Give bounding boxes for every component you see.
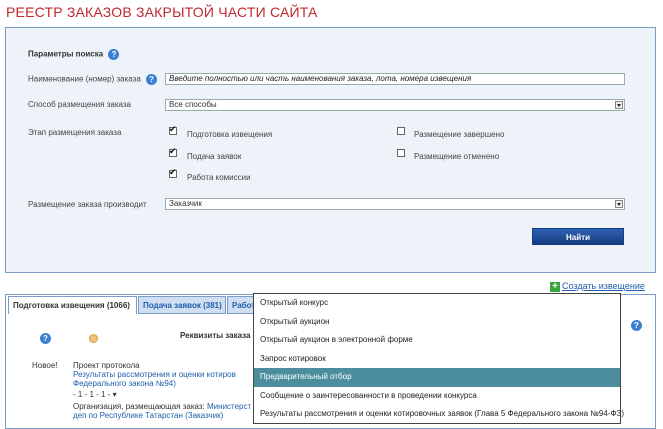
row-org-line2[interactable]: деп по Республике Татарстан (Заказчик) xyxy=(73,411,223,420)
row-link-2[interactable]: Федерального закона №94) xyxy=(73,379,176,388)
stage-label: Этап размещения заказа xyxy=(28,128,122,137)
row-pager-text: - 1 - 1 - 1 - xyxy=(73,390,111,399)
row-org: Организация, размещающая заказ: Министер… xyxy=(73,402,251,411)
tab-submission[interactable]: Подача заявок (381) xyxy=(138,296,226,314)
stage-checkbox-cancelled[interactable] xyxy=(397,149,405,157)
chevron-down-icon[interactable] xyxy=(615,101,623,109)
method-select[interactable]: Все способы xyxy=(165,99,625,111)
producer-label: Размещение заказа производит xyxy=(28,200,147,209)
tab-preparation[interactable]: Подготовка извещения (1066) xyxy=(8,296,137,314)
column-requisites: Реквизиты заказа xyxy=(180,331,251,340)
stage-label-completed: Размещение завершено xyxy=(414,130,505,139)
dropdown-item[interactable]: Запрос котировок xyxy=(254,350,620,369)
stage-checkbox-prep[interactable] xyxy=(169,124,177,135)
search-params-header: Параметры поиска ? xyxy=(28,49,120,60)
plus-icon: + xyxy=(550,281,560,292)
chevron-down-icon[interactable]: ▾ xyxy=(113,390,117,399)
stage-checkbox-completed[interactable] xyxy=(397,127,405,135)
producer-select[interactable]: Заказчик xyxy=(165,198,625,210)
search-params-label: Параметры поиска xyxy=(28,49,104,59)
column-help-right: ? xyxy=(628,320,642,331)
help-icon[interactable]: ? xyxy=(40,333,51,344)
stage-label-prep: Подготовка извещения xyxy=(187,130,273,139)
dropdown-item[interactable]: Открытый конкурс xyxy=(254,294,620,313)
create-notice-text: Создать извещение xyxy=(562,281,645,291)
row-org-link[interactable]: Министерст xyxy=(207,402,251,411)
row-title: Проект протокола xyxy=(73,361,140,370)
stage-label-commission: Работа комиссии xyxy=(187,173,251,182)
order-name-input[interactable]: Введите полностью или часть наименования… xyxy=(165,73,625,85)
help-icon[interactable]: ? xyxy=(146,74,157,85)
method-value: Все способы xyxy=(169,100,217,109)
order-name-label: Наименование (номер) заказа ? xyxy=(28,74,157,85)
row-status: Новое! xyxy=(32,361,58,370)
dropdown-item-selected[interactable]: Предварительный отбор xyxy=(254,368,620,387)
column-warning xyxy=(89,334,98,345)
method-dropdown-list: Открытый конкурс Открытый аукцион Открыт… xyxy=(253,293,624,424)
page-title: РЕЕСТР ЗАКАЗОВ ЗАКРЫТОЙ ЧАСТИ САЙТА xyxy=(6,4,318,20)
tab-commission[interactable]: Работ xyxy=(227,296,255,314)
help-icon[interactable]: ? xyxy=(108,49,120,60)
method-label: Способ размещения заказа xyxy=(28,100,131,109)
stage-checkbox-commission[interactable] xyxy=(169,167,177,178)
row-link[interactable]: Результаты рассмотрения и оценки котиров xyxy=(73,370,236,379)
find-button[interactable]: Найти xyxy=(532,228,624,245)
stage-label-submission: Подача заявок xyxy=(187,152,242,161)
dropdown-item[interactable]: Открытый аукцион xyxy=(254,313,620,332)
stage-label-cancelled: Размещение отменено xyxy=(414,152,500,161)
warning-icon xyxy=(89,334,98,343)
order-name-text: Наименование (номер) заказа xyxy=(28,74,141,84)
stage-checkbox-submission[interactable] xyxy=(169,146,177,157)
dropdown-item[interactable]: Открытый аукцион в электронной форме xyxy=(254,331,620,350)
dropdown-item[interactable]: Сообщение о заинтересованности в проведе… xyxy=(254,387,620,406)
producer-value: Заказчик xyxy=(169,199,202,208)
dropdown-item[interactable]: Результаты рассмотрения и оценки котиров… xyxy=(254,405,624,424)
help-icon[interactable]: ? xyxy=(631,320,642,331)
column-help: ? xyxy=(37,333,51,344)
create-notice-link[interactable]: + Создать извещение xyxy=(550,281,645,292)
chevron-down-icon[interactable] xyxy=(615,200,623,208)
row-org-label: Организация, размещающая заказ: xyxy=(73,402,205,411)
row-pager[interactable]: - 1 - 1 - 1 - ▾ xyxy=(73,390,117,399)
